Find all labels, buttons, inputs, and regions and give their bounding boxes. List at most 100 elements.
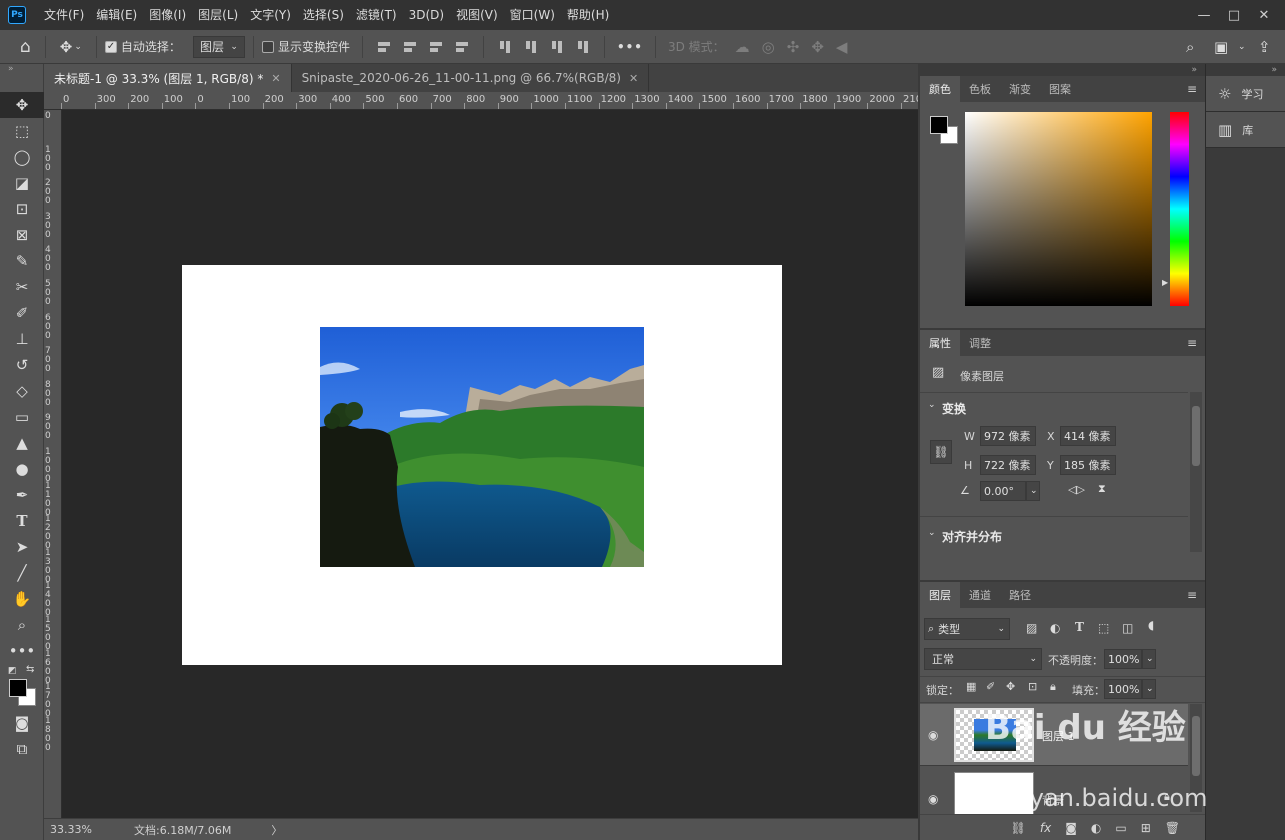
expand-panels-icon[interactable]: »	[1206, 64, 1285, 76]
screen-mode-icon[interactable]: ⧉	[0, 736, 44, 762]
maximize-button[interactable]: □	[1219, 8, 1249, 23]
filter-pixel-icon[interactable]: ▨	[1026, 621, 1037, 635]
align-horizontal-center-icon[interactable]	[402, 40, 418, 54]
scroll-thumb[interactable]	[1192, 716, 1200, 776]
tab-untitled-1[interactable]: 未标题-1 @ 33.3% (图层 1, RGB/8) * ✕	[44, 64, 292, 92]
quick-mask-icon[interactable]: ◙	[0, 710, 44, 736]
menu-help[interactable]: 帮助(H)	[561, 0, 615, 30]
menu-layer[interactable]: 图层(L)	[192, 0, 244, 30]
filter-toggle-icon[interactable]: ◖	[1148, 618, 1154, 632]
tab-adjustments[interactable]: 调整	[960, 330, 1000, 356]
menu-window[interactable]: 窗口(W)	[504, 0, 561, 30]
angle-input[interactable]: 0.00°	[980, 481, 1026, 501]
blend-mode-dropdown[interactable]: 正常 ⌄	[924, 648, 1042, 670]
type-tool-icon[interactable]: T	[0, 508, 44, 534]
scroll-thumb[interactable]	[1192, 406, 1200, 466]
layer-name[interactable]: 背景	[1042, 792, 1064, 808]
layer-filter-dropdown[interactable]: ⌕ 类型 ⌄	[924, 618, 1010, 640]
share-icon[interactable]: ⇪	[1258, 38, 1271, 56]
menu-edit[interactable]: 编辑(E)	[90, 0, 143, 30]
y-input[interactable]: 185 像素	[1060, 455, 1116, 475]
adjustment-layer-icon[interactable]: ◐	[1091, 821, 1101, 835]
link-layers-icon[interactable]: ⛓	[1011, 821, 1026, 835]
3d-pan-icon[interactable]: ✣	[787, 38, 800, 56]
link-dimensions-icon[interactable]: ⛓	[930, 440, 952, 464]
clone-stamp-tool-icon[interactable]: ⊥	[0, 326, 44, 352]
tool-preset-chevron-icon[interactable]: ⌄	[74, 42, 82, 52]
panel-menu-icon[interactable]: ≡	[1187, 588, 1197, 602]
workspace-chevron-icon[interactable]: ⌄	[1238, 42, 1246, 52]
edit-toolbar-icon[interactable]: •••	[0, 638, 44, 664]
delete-layer-icon[interactable]: 🗑︎	[1165, 821, 1180, 835]
align-distribute-section-header[interactable]: 对齐并分布	[942, 528, 1002, 545]
flip-horizontal-icon[interactable]: ◁▷	[1068, 483, 1085, 496]
chevron-down-icon[interactable]: ⌄	[928, 528, 936, 538]
collapse-dock-icon[interactable]: »	[918, 64, 1205, 76]
tab-snipaste[interactable]: Snipaste_2020-06-26_11-00-11.png @ 66.7%…	[291, 64, 650, 92]
align-top-icon[interactable]	[498, 39, 512, 55]
filter-adjustment-icon[interactable]: ◐	[1050, 621, 1060, 635]
new-layer-icon[interactable]: ⊞	[1141, 821, 1151, 835]
flip-vertical-icon[interactable]: ⧗	[1098, 482, 1106, 496]
tab-swatches[interactable]: 色板	[960, 76, 1000, 102]
status-menu-arrow[interactable]: 〉	[271, 822, 282, 838]
menu-filter[interactable]: 滤镜(T)	[350, 0, 403, 30]
filter-shape-icon[interactable]: ⬚	[1098, 621, 1109, 635]
gradient-tool-icon[interactable]: ▭	[0, 404, 44, 430]
hue-slider[interactable]	[1170, 112, 1189, 306]
layer-style-icon[interactable]: fx	[1040, 821, 1051, 835]
foreground-color-swatch[interactable]	[930, 116, 948, 134]
tab-color[interactable]: 颜色	[920, 76, 960, 102]
line-tool-icon[interactable]: ╱	[0, 560, 44, 586]
tab-properties[interactable]: 属性	[920, 330, 960, 356]
fill-input[interactable]: 100%	[1104, 679, 1142, 699]
filter-type-icon[interactable]: T	[1075, 620, 1084, 634]
transform-section-header[interactable]: 变换	[942, 400, 966, 417]
menu-view[interactable]: 视图(V)	[450, 0, 504, 30]
menu-select[interactable]: 选择(S)	[297, 0, 350, 30]
dodge-tool-icon[interactable]: ●	[0, 456, 44, 482]
move-tool-icon[interactable]: ✥	[0, 92, 44, 118]
menu-image[interactable]: 图像(I)	[143, 0, 192, 30]
lock-position-icon[interactable]: ✥	[1006, 680, 1015, 693]
zoom-level[interactable]: 33.33%	[50, 823, 120, 836]
3d-slide-icon[interactable]: ✥	[811, 38, 824, 56]
zoom-tool-icon[interactable]: ⌕	[0, 612, 44, 638]
minimize-button[interactable]: —	[1189, 8, 1219, 23]
distribute-horizontal-icon[interactable]	[576, 39, 590, 55]
height-input[interactable]: 722 像素	[980, 455, 1036, 475]
default-colors-icon[interactable]: ◩	[8, 666, 17, 676]
tab-gradients[interactable]: 渐变	[1000, 76, 1040, 102]
new-group-icon[interactable]: ▭	[1115, 821, 1126, 835]
3d-roll-icon[interactable]: ◎	[762, 38, 775, 56]
brush-tool-icon[interactable]: ✐	[0, 300, 44, 326]
lasso-tool-icon[interactable]: ◯	[0, 144, 44, 170]
3d-orbit-icon[interactable]: ☁	[735, 38, 750, 56]
hue-slider-handle[interactable]: ▶	[1162, 278, 1168, 287]
document-size-info[interactable]: 文档:6.18M/7.06M	[134, 822, 231, 838]
width-input[interactable]: 972 像素	[980, 426, 1036, 446]
workspace-icon[interactable]: ▣	[1214, 38, 1228, 56]
eye-icon[interactable]: ◉	[928, 792, 938, 806]
collapse-toolbox-icon[interactable]: »	[0, 64, 43, 74]
layer-photo-landscape[interactable]	[320, 327, 644, 567]
hand-tool-icon[interactable]: ✋	[0, 586, 44, 612]
libraries-panel-button[interactable]: ▥ 库	[1206, 112, 1285, 148]
menu-type[interactable]: 文字(Y)	[244, 0, 297, 30]
color-field-picker[interactable]	[965, 112, 1152, 306]
opacity-dropdown-chevron-icon[interactable]: ⌄	[1142, 649, 1156, 669]
learn-panel-button[interactable]: ☼ 学习	[1206, 76, 1285, 112]
tab-layers[interactable]: 图层	[920, 582, 960, 608]
search-icon[interactable]: ⌕	[1186, 38, 1194, 56]
lock-transparent-icon[interactable]: ▦	[966, 680, 976, 693]
menu-3d[interactable]: 3D(D)	[403, 0, 450, 30]
opacity-input[interactable]: 100%	[1104, 649, 1142, 669]
add-mask-icon[interactable]: ◙	[1065, 821, 1077, 835]
close-button[interactable]: ✕	[1249, 8, 1279, 23]
healing-brush-tool-icon[interactable]: ✂	[0, 274, 44, 300]
path-selection-tool-icon[interactable]: ➤	[0, 534, 44, 560]
distribute-vertical-icon[interactable]	[454, 40, 470, 54]
frame-tool-icon[interactable]: ⊠	[0, 222, 44, 248]
swap-colors-icon[interactable]: ⇆	[26, 664, 34, 675]
eye-icon[interactable]: ◉	[928, 728, 938, 742]
